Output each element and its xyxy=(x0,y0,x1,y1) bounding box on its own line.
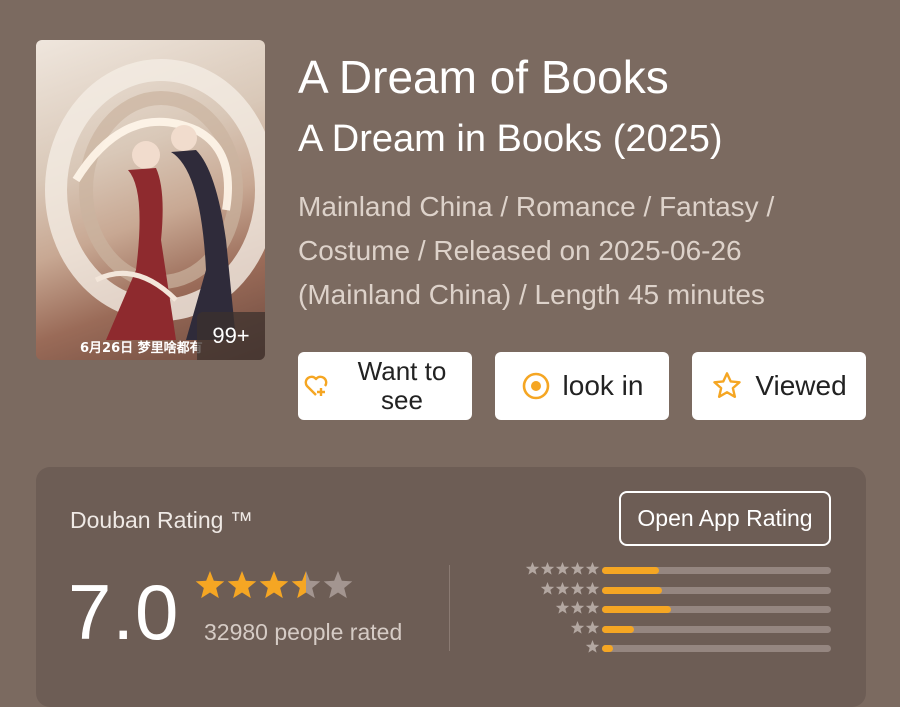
rating-count: 32980 people rated xyxy=(204,619,403,645)
distribution-stars-icon xyxy=(540,581,600,595)
distribution-bar-track xyxy=(602,586,831,594)
poster-image[interactable]: 6月26日 梦里啥都有 99+ xyxy=(36,40,265,360)
distribution-stars-icon xyxy=(585,640,600,653)
meta-line: (Mainland China) / Length 45 minutes xyxy=(298,279,765,310)
want-label-line2: see xyxy=(381,385,423,415)
distribution-bar-track xyxy=(602,567,831,574)
look-in-label: look in xyxy=(562,370,644,401)
rating-card: Douban Rating ™ Open App Rating 7.0 3298… xyxy=(36,467,866,707)
distribution-bar-track xyxy=(602,606,831,613)
want-to-see-button[interactable]: Want to see xyxy=(298,352,472,420)
distribution-bar-fill xyxy=(602,606,671,613)
open-app-rating-button[interactable]: Open App Rating xyxy=(619,491,831,546)
heart-plus-icon xyxy=(300,373,332,399)
distribution-row xyxy=(506,620,836,639)
rating-star-icon xyxy=(259,571,289,599)
poster-caption: 6月26日 梦里啥都有 xyxy=(80,341,203,356)
want-label-line1: Want to xyxy=(357,356,447,386)
page-title: A Dream of Books xyxy=(298,51,669,103)
viewed-label: Viewed xyxy=(755,370,847,401)
image-count-badge[interactable]: 99+ xyxy=(197,312,265,360)
distribution-row xyxy=(506,581,836,600)
distribution-bar-fill xyxy=(602,567,660,574)
distribution-bar-track xyxy=(602,645,831,652)
rating-star-icon xyxy=(227,571,257,599)
distribution-bar-fill xyxy=(602,625,635,633)
meta-line: Costume / Released on 2025-06-26 xyxy=(298,235,742,266)
rating-score: 7.0 xyxy=(68,568,180,656)
look-in-button[interactable]: look in xyxy=(495,352,669,420)
rating-label: Douban Rating ™ xyxy=(70,507,253,533)
distribution-bar-fill xyxy=(602,586,662,594)
distribution-stars-icon xyxy=(555,601,600,614)
distribution-bar-fill xyxy=(602,645,614,652)
distribution-row xyxy=(506,561,836,580)
rating-stars xyxy=(194,569,359,608)
divider xyxy=(449,565,450,651)
target-circle-icon xyxy=(521,371,551,401)
distribution-stars-icon xyxy=(570,620,600,634)
meta-line: Mainland China / Romance / Fantasy / xyxy=(298,191,775,222)
rating-star-icon xyxy=(195,571,225,599)
distribution-row xyxy=(506,639,836,658)
page-subtitle: A Dream in Books (2025) xyxy=(298,118,723,160)
distribution-bar-track xyxy=(602,625,831,633)
star-outline-icon xyxy=(711,370,743,402)
rating-star-icon xyxy=(291,571,321,599)
distribution-stars-icon xyxy=(525,562,600,575)
want-to-see-label: Want to see xyxy=(332,357,472,415)
rating-star-icon xyxy=(323,571,353,599)
distribution-row xyxy=(506,600,836,619)
viewed-button[interactable]: Viewed xyxy=(692,352,866,420)
movie-meta: Mainland China / Romance / Fantasy / Cos… xyxy=(298,185,858,317)
